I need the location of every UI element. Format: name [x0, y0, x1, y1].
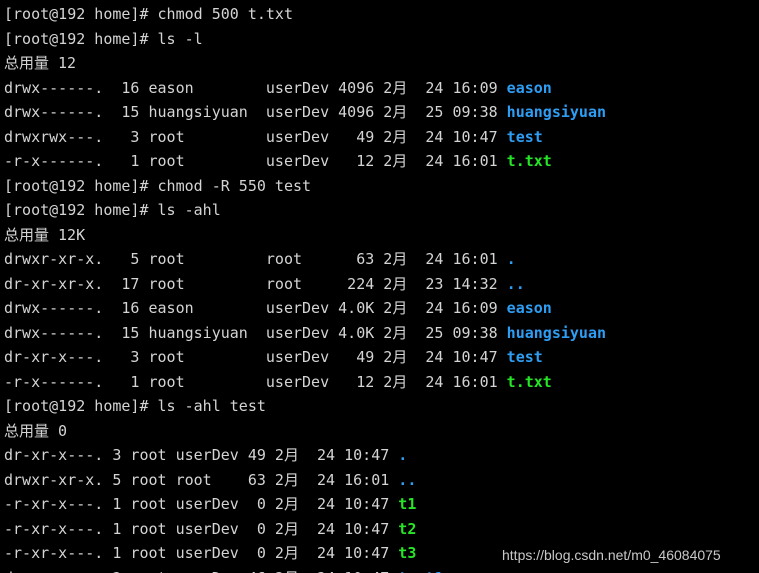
listing-filename: huangsiyuan: [506, 323, 607, 342]
listing-filename: .: [506, 250, 516, 268]
terminal-line-output: 总用量 12K: [4, 223, 759, 248]
listing-metadata: -r-xr-x---. 1 root userDev 0 2月 24 10:47: [4, 544, 399, 562]
command-text: [root@192 home]# ls -ahl: [4, 201, 221, 219]
terminal-window[interactable]: [root@192 home]# chmod 500 t.txt [root@19…: [0, 0, 759, 573]
terminal-line-prompt: [root@192 home]# chmod 500 t.txt: [4, 2, 759, 27]
command-text: [root@192 home]# chmod -R 550 test: [4, 176, 312, 195]
terminal-line-listing: dr-xr-x---. 3 root userDev 49 2月 24 10:4…: [4, 443, 759, 468]
listing-filename: t1: [398, 495, 417, 513]
listing-filename: ..: [506, 274, 525, 293]
command-text: [root@192 home]# ls -ahl test: [4, 397, 266, 415]
output-text: 总用量 12: [4, 54, 77, 72]
terminal-line-listing: -r-xr-x---. 1 root userDev 0 2月 24 10:47…: [4, 517, 759, 542]
listing-filename: t3: [398, 544, 417, 562]
listing-metadata: drwx------. 15 huangsiyuan userDev 4096 …: [4, 103, 507, 121]
terminal-line-output: 总用量 0: [4, 419, 759, 444]
listing-metadata: -r-x------. 1 root userDev 12 2月 24 16:0…: [4, 152, 507, 170]
listing-filename: .: [398, 446, 408, 464]
listing-metadata: -r-xr-x---. 1 root userDev 0 2月 24 10:47: [4, 495, 399, 513]
watermark-url: https://blog.csdn.net/m0_46084075: [502, 547, 721, 563]
listing-metadata: drwxr-xr-x. 5 root root 63 2月 24 16:01: [4, 470, 399, 489]
listing-filename: huangsiyuan: [506, 103, 607, 121]
listing-metadata: dr-xr-x---. 3 root userDev 49 2月 24 10:4…: [4, 348, 507, 366]
listing-filename: test: [506, 348, 543, 366]
terminal-line-listing: drwxr-xr-x. 5 root root 63 2月 24 16:01 .…: [4, 468, 759, 493]
listing-metadata: dr-xr-x---. 3 root userDev 49 2月 24 10:4…: [4, 446, 399, 464]
listing-metadata: drwx------. 15 huangsiyuan userDev 4.0K …: [4, 323, 507, 342]
listing-filename: test: [506, 127, 543, 146]
listing-filename: t2: [398, 519, 417, 538]
terminal-line-listing: drwxr-xr-x. 5 root root 63 2月 24 16:01 .: [4, 247, 759, 272]
listing-metadata: drwxrwx---. 3 root userDev 49 2月 24 10:4…: [4, 127, 507, 146]
listing-filename: eason: [506, 78, 552, 97]
terminal-line-prompt: [root@192 home]# ls -l: [4, 27, 759, 52]
terminal-line-listing: -r-xr-x---. 1 root userDev 0 2月 24 10:47…: [4, 492, 759, 517]
terminal-line-prompt: [root@192 home]# ls -ahl: [4, 198, 759, 223]
terminal-line-listing: -r-x------. 1 root userDev 12 2月 24 16:0…: [4, 149, 759, 174]
terminal-line-output: 总用量 12: [4, 51, 759, 76]
listing-metadata: -r-xr-x---. 1 root userDev 0 2月 24 10:47: [4, 519, 399, 538]
terminal-line-listing: dr-xr-xr-x. 17 root root 224 2月 23 14:32…: [4, 272, 759, 297]
terminal-output: [root@192 home]# chmod 500 t.txt [root@19…: [4, 2, 759, 573]
listing-metadata: drwxr-xr-x. 5 root root 63 2月 24 16:01: [4, 250, 507, 268]
listing-filename: ..: [398, 470, 417, 489]
terminal-line-listing: drwxrwx---. 3 root userDev 49 2月 24 10:4…: [4, 125, 759, 150]
listing-metadata: drwx------. 16 eason userDev 4096 2月 24 …: [4, 78, 507, 97]
terminal-line-listing: dr-xr-x---. 3 root userDev 49 2月 24 10:4…: [4, 345, 759, 370]
terminal-line-listing: -r-x------. 1 root userDev 12 2月 24 16:0…: [4, 370, 759, 395]
terminal-line-prompt: [root@192 home]# ls -ahl test: [4, 394, 759, 419]
listing-filename: eason: [506, 299, 552, 317]
terminal-line-listing: drwx------. 16 eason userDev 4096 2月 24 …: [4, 76, 759, 101]
listing-filename: test1: [398, 569, 443, 573]
listing-metadata: drwx------. 16 eason userDev 4.0K 2月 24 …: [4, 299, 507, 317]
output-text: 总用量 0: [4, 421, 68, 440]
output-text: 总用量 12K: [4, 225, 86, 244]
listing-metadata: -r-x------. 1 root userDev 12 2月 24 16:0…: [4, 372, 507, 391]
listing-filename: t.txt: [506, 372, 552, 391]
terminal-line-prompt: [root@192 home]# chmod -R 550 test: [4, 174, 759, 199]
terminal-line-listing: drwx------. 15 huangsiyuan userDev 4.0K …: [4, 321, 759, 346]
terminal-line-listing: drwx------. 16 eason userDev 4.0K 2月 24 …: [4, 296, 759, 321]
listing-filename: t.txt: [506, 152, 552, 170]
listing-metadata: dr-xr-xr-x. 17 root root 224 2月 23 14:32: [4, 274, 507, 293]
terminal-line-listing: drwx------. 15 huangsiyuan userDev 4096 …: [4, 100, 759, 125]
listing-metadata: dr-xr-x---. 2 root userDev 46 2月 24 10:4…: [4, 569, 398, 573]
command-text: [root@192 home]# chmod 500 t.txt: [4, 5, 293, 23]
command-text: [root@192 home]# ls -l: [4, 29, 203, 48]
